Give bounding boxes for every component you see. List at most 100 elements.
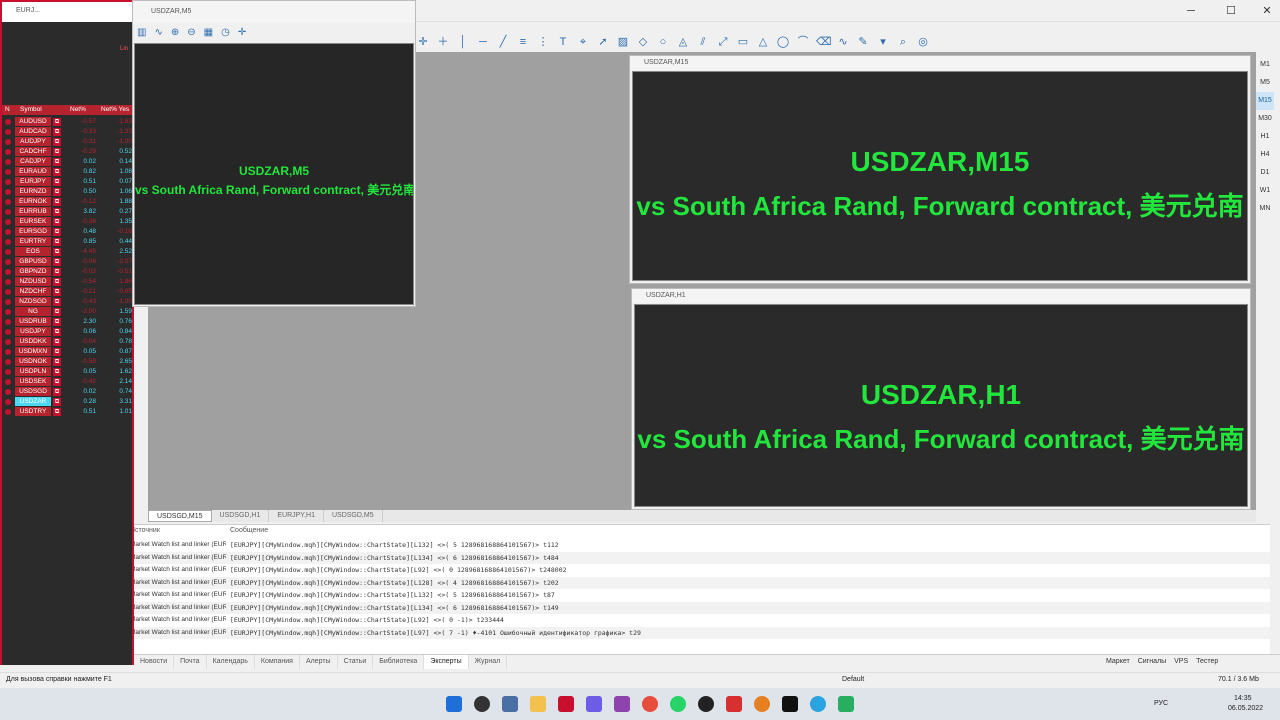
log-row[interactable]: Market Watch list and linker (EURJP... [E… [130,564,1270,577]
plus-icon[interactable]: ＋ [436,35,450,49]
symbol-button[interactable]: NZDUSD [15,277,51,286]
toolbox-link[interactable]: VPS [1174,658,1188,665]
chart-plot[interactable]: USDZAR,H1 vs South Africa Rand, Forward … [634,304,1248,507]
toolbox-link[interactable]: Маркет [1106,658,1130,665]
symbol-button[interactable]: USDNOK [15,357,51,366]
fan-icon[interactable]: ⌒ [796,35,810,49]
symbol-button[interactable]: USDRUB [15,317,51,326]
maximize-icon[interactable]: ☐ [1218,2,1244,20]
header-net[interactable]: Net% [70,105,86,115]
chart-plot[interactable]: USDZAR,M15 vs South Africa Rand, Forward… [632,71,1248,281]
triangle-icon[interactable]: △ [756,35,770,49]
table-row[interactable]: NG ⧉ -3.00 1.59 [2,307,132,317]
timeframe-m1[interactable]: M1 [1256,56,1274,74]
toolbox-tab[interactable]: Календарь [207,654,255,669]
table-row[interactable]: EURJPY ⧉ 0.51 0.07 [2,177,132,187]
chart-window-m5[interactable]: USDZAR,M5 ▥ ∿ ⊕ ⊖ ▦ ◷ ✛ USDZAR,M5 vs South Afr… [132,0,416,307]
zoom-out-icon[interactable]: ⊖ [187,27,195,38]
toolbox-tab[interactable]: Библиотека [373,654,425,669]
table-row[interactable]: NZDUSD ⧉ -0.54 -1.86 [2,277,132,287]
link-chart-icon[interactable]: ⧉ [53,388,61,396]
log-row[interactable]: Market Watch list and linker (EURJP... [E… [130,539,1270,552]
image-icon[interactable]: ▨ [616,35,630,49]
more-icon[interactable]: ▾ [876,35,890,49]
gann-icon[interactable]: ◬ [676,35,690,49]
whatsapp-icon[interactable] [670,696,686,712]
rect-icon[interactable]: ▭ [736,35,750,49]
link-chart-icon[interactable]: ⧉ [53,168,61,176]
clock-date[interactable]: 06.05.2022 [1228,705,1263,712]
table-row[interactable]: USDSEK ⧉ -0.42 2.14 [2,377,132,387]
link-chart-icon[interactable]: ⧉ [53,188,61,196]
toolbox-tab[interactable]: Журнал [469,654,508,669]
shape-icon[interactable]: ◇ [636,35,650,49]
symbol-button[interactable]: USDSGD [15,387,51,396]
hline-icon[interactable]: ─ [476,35,490,49]
table-row[interactable]: USDNOK ⧉ -0.59 2.65 [2,357,132,367]
crosshair-icon[interactable]: ✛ [238,27,246,38]
table-row[interactable]: EOS ⧉ -4.45 2.52 [2,247,132,257]
pitchfork-icon[interactable]: ⫽ [696,35,710,49]
start-icon[interactable] [446,696,462,712]
metatrader-icon[interactable] [838,696,854,712]
globe-icon[interactable]: ◎ [916,35,930,49]
cycle-icon[interactable]: ○ [656,35,670,49]
app-icon[interactable] [558,696,574,712]
symbol-button[interactable]: GBPUSD [15,257,51,266]
symbol-button[interactable]: NG [15,307,51,316]
symbol-button[interactable]: EURAUD [15,167,51,176]
fibo-icon[interactable]: ⋮ [536,35,550,49]
search-icon[interactable] [474,696,490,712]
symbol-button[interactable]: CADCHF [15,147,51,156]
link-chart-icon[interactable]: ⧉ [53,408,61,416]
table-row[interactable]: GBPNZD ⧉ -0.03 -0.51 [2,267,132,277]
table-row[interactable]: USDMXN ⧉ 0.05 0.87 [2,347,132,357]
app-icon[interactable] [726,696,742,712]
log-row[interactable]: Market Watch list and linker (EURJP... [E… [130,551,1270,564]
label-icon[interactable]: ⌖ [576,35,590,49]
toolbox-link[interactable]: Тестер [1196,658,1218,665]
toolbox-link[interactable]: Сигналы [1138,658,1166,665]
col-source[interactable]: Источник [130,527,160,534]
table-row[interactable]: NZDCHF ⧉ -0.21 -0.65 [2,287,132,297]
table-row[interactable]: CADCHF ⧉ -0.29 0.52 [2,147,132,157]
table-row[interactable]: EURRUB ⧉ 3.82 0.27 [2,207,132,217]
explorer-icon[interactable] [530,696,546,712]
task-view-icon[interactable] [502,696,518,712]
table-row[interactable]: EURNZD ⧉ 0.50 1.06 [2,187,132,197]
table-row[interactable]: USDJPY ⧉ 0.06 0.84 [2,327,132,337]
symbol-button[interactable]: NZDCHF [15,287,51,296]
tiktok-icon[interactable] [782,696,798,712]
symbol-button[interactable]: EURNZD [15,187,51,196]
link-chart-icon[interactable]: ⧉ [53,308,61,316]
log-row[interactable]: Market Watch list and linker (EURJP... [E… [130,614,1270,627]
link-chart-icon[interactable]: ⧉ [53,228,61,236]
app-icon[interactable] [614,696,630,712]
link-chart-icon[interactable]: ⧉ [53,128,61,136]
brush-icon[interactable]: ✎ [856,35,870,49]
toolbox-tab[interactable]: Алерты [300,654,338,669]
market-watch-window[interactable]: EURJ... Lin N Symbol Net% Net% Yes AUDUS… [0,0,134,665]
timeframe-m30[interactable]: M30 [1256,110,1274,128]
clock-time[interactable]: 14:35 [1234,695,1252,702]
link-chart-icon[interactable]: ⧉ [53,178,61,186]
link-chart-icon[interactable]: ⧉ [53,258,61,266]
header-symbol[interactable]: Symbol [20,105,42,115]
symbol-button[interactable]: USDMXN [15,347,51,356]
timeframe-mn[interactable]: MN [1256,200,1274,218]
table-row[interactable]: USDDKK ⧉ -0.04 0.78 [2,337,132,347]
symbol-button[interactable]: USDZAR [15,397,51,406]
timeframe-h1[interactable]: H1 [1256,128,1274,146]
link-chart-icon[interactable]: ⧉ [53,208,61,216]
expand-icon[interactable]: ⤢ [716,35,730,49]
chart-window-m15[interactable]: USDZAR,M15 USDZAR,M15 vs South Africa Ra… [629,55,1251,284]
toolbox-tab[interactable]: Компания [255,654,300,669]
link-chart-icon[interactable]: ⧉ [53,268,61,276]
symbol-button[interactable]: EURSEK [15,217,51,226]
app-icon[interactable] [586,696,602,712]
symbol-button[interactable]: USDDKK [15,337,51,346]
toolbox-tab[interactable]: Статьи [338,654,374,669]
toolbox-tab[interactable]: Новости [134,654,175,669]
trendline-icon[interactable]: ╱ [496,35,510,49]
link-chart-icon[interactable]: ⧉ [53,198,61,206]
